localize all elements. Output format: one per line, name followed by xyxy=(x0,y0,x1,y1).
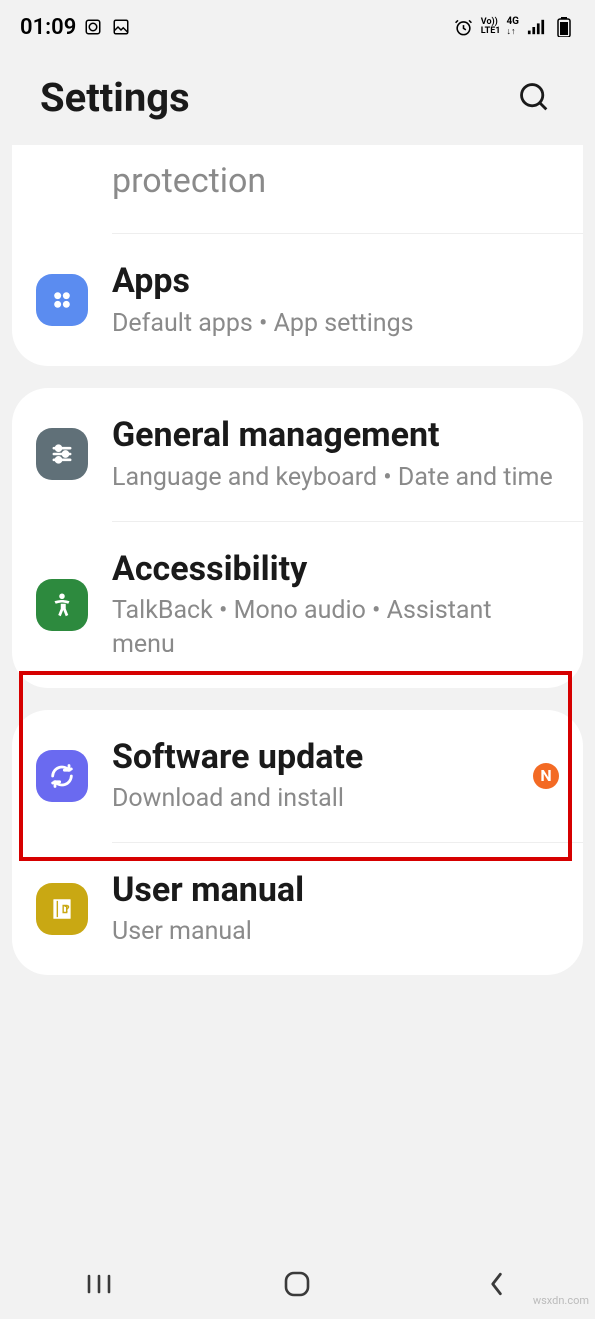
truncated-title: protection xyxy=(112,160,559,203)
row-title: Software update xyxy=(112,736,509,779)
search-button[interactable] xyxy=(515,78,555,118)
settings-row-accessibility[interactable]: Accessibility TalkBack • Mono audio • As… xyxy=(12,522,583,688)
row-title: General management xyxy=(112,414,559,457)
settings-card-general: General management Language and keyboard… xyxy=(12,388,583,687)
settings-row-general-management[interactable]: General management Language and keyboard… xyxy=(12,388,583,520)
settings-row-apps[interactable]: Apps Default apps • App settings xyxy=(12,234,583,366)
clock-app-icon xyxy=(82,16,104,38)
home-button[interactable] xyxy=(257,1264,337,1304)
blank-icon-slot xyxy=(36,155,88,207)
svg-text:?: ? xyxy=(64,902,69,915)
row-title: Apps xyxy=(112,260,559,303)
recents-button[interactable] xyxy=(59,1264,139,1304)
row-title: User manual xyxy=(112,869,559,912)
notification-badge: N xyxy=(533,763,559,789)
search-icon xyxy=(518,81,552,115)
user-manual-icon: ? xyxy=(36,883,88,935)
row-subtitle: Download and install xyxy=(112,782,509,816)
gallery-icon xyxy=(110,16,132,38)
status-left: 01:09 xyxy=(20,15,132,40)
row-title: Accessibility xyxy=(112,548,559,591)
row-subtitle: Language and keyboard • Date and time xyxy=(112,461,559,495)
settings-card-software: Software update Download and install N ?… xyxy=(12,710,583,976)
clock-time: 01:09 xyxy=(20,15,76,40)
watermark: wsxdn.com xyxy=(533,1294,589,1307)
row-subtitle: Default apps • App settings xyxy=(112,307,559,341)
battery-icon xyxy=(553,16,575,38)
network-type: 4G↓↑ xyxy=(506,17,519,37)
settings-card-apps: protection Apps Default apps • App setti… xyxy=(12,145,583,366)
back-button[interactable] xyxy=(456,1264,536,1304)
back-icon xyxy=(486,1271,506,1297)
signal-icon xyxy=(525,16,547,38)
settings-row-software-update[interactable]: Software update Download and install N xyxy=(12,710,583,842)
volte-indicator: Vo))LTE1 xyxy=(481,18,501,36)
home-icon xyxy=(282,1269,312,1299)
recents-icon xyxy=(85,1273,113,1295)
apps-icon xyxy=(36,274,88,326)
settings-row-privacy[interactable]: protection xyxy=(12,145,583,233)
settings-header: Settings xyxy=(0,50,595,145)
software-update-icon xyxy=(36,750,88,802)
row-subtitle: TalkBack • Mono audio • Assistant menu xyxy=(112,594,559,662)
general-management-icon xyxy=(36,428,88,480)
page-title: Settings xyxy=(40,74,190,121)
navigation-bar xyxy=(0,1249,595,1319)
status-bar: 01:09 Vo))LTE1 4G↓↑ xyxy=(0,0,595,50)
accessibility-icon xyxy=(36,579,88,631)
alarm-icon xyxy=(453,16,475,38)
row-subtitle: User manual xyxy=(112,915,559,949)
status-right: Vo))LTE1 4G↓↑ xyxy=(453,16,575,38)
settings-row-user-manual[interactable]: ? User manual User manual xyxy=(12,843,583,975)
